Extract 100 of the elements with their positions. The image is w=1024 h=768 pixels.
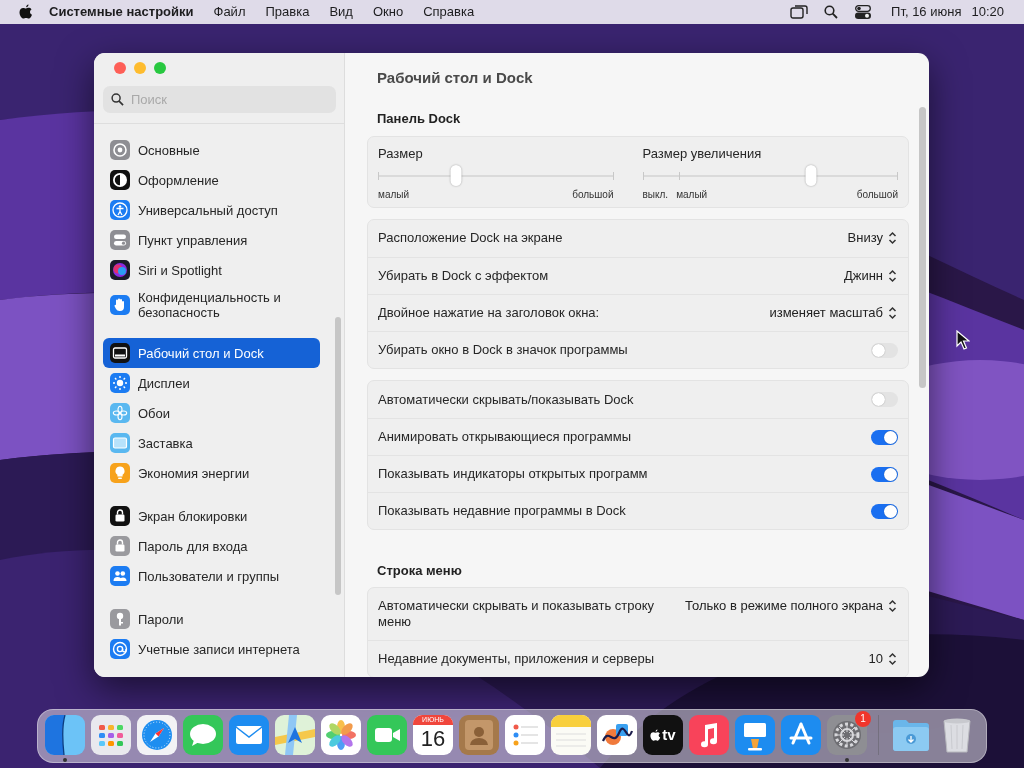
screen-icon <box>110 433 130 453</box>
tv-label: tv <box>662 724 676 745</box>
sidebar-item[interactable]: Экран блокировки <box>103 501 320 531</box>
calendar-day: 16 <box>413 725 453 753</box>
bulb-icon <box>110 463 130 483</box>
slider-thumb[interactable] <box>450 164 462 186</box>
zoom-button[interactable] <box>154 62 166 74</box>
search-field[interactable]: Поиск <box>103 86 336 113</box>
pointer-cursor-icon <box>956 330 970 350</box>
stepper-icon <box>887 598 898 614</box>
popup-button[interactable]: 10 <box>868 641 898 677</box>
grid-icon[interactable] <box>91 715 131 755</box>
apple-logo-icon[interactable] <box>19 4 33 20</box>
sidebar-item[interactable]: Siri и Spotlight <box>103 255 320 285</box>
slider-label: Размер увеличения <box>642 145 763 163</box>
menu-item[interactable]: Правка <box>255 2 320 22</box>
sidebar-item[interactable]: Заставка <box>103 428 320 458</box>
gear-icon <box>110 140 130 160</box>
slider-thumb[interactable] <box>805 164 817 186</box>
sidebar-item[interactable]: Учетные записи интернета <box>103 634 320 664</box>
accessibility-icon <box>110 200 130 220</box>
key-icon <box>110 609 130 629</box>
scale-label: малый <box>378 187 410 202</box>
flower-icon[interactable] <box>321 715 361 755</box>
lock-icon <box>110 506 130 526</box>
setting-label: Автоматически скрывать и показывать строку меню <box>378 597 656 631</box>
toggles-icon <box>110 230 130 250</box>
stepper-icon <box>887 268 898 284</box>
menu-item[interactable]: Файл <box>203 2 256 22</box>
compass-icon[interactable] <box>137 715 177 755</box>
sun-icon <box>110 373 130 393</box>
sidebar-item[interactable]: Рабочий стол и Dock <box>103 338 320 368</box>
chat-bubble-icon[interactable] <box>183 715 223 755</box>
windows-icon[interactable] <box>790 5 809 19</box>
app-menu[interactable]: Системные настройки <box>39 2 204 22</box>
setting-label: Убирать окно в Dock в значок программы <box>378 341 629 359</box>
menu-item[interactable]: Окно <box>362 2 414 22</box>
popup-button[interactable]: Внизу <box>847 220 898 256</box>
sidebar-item[interactable]: Экономия энергии <box>103 458 320 488</box>
scale-label: малый <box>676 187 708 202</box>
orb-icon <box>110 260 130 280</box>
menu-item[interactable]: Вид <box>319 2 363 22</box>
popup-button[interactable]: изменяет масштаб <box>769 295 898 331</box>
toggle-switch[interactable] <box>871 342 898 358</box>
scale-label: выкл. <box>642 187 669 202</box>
scrollbar-thumb[interactable] <box>335 317 341 595</box>
clock-text[interactable]: 10:20 <box>971 2 1004 22</box>
toggle-switch[interactable] <box>871 466 898 482</box>
envelope-icon[interactable] <box>229 715 269 755</box>
split-square-icon[interactable] <box>45 715 85 755</box>
sidebar-item[interactable]: Пароли <box>103 604 320 634</box>
search-icon <box>111 93 124 106</box>
dock-bar-icon <box>110 343 130 363</box>
lock-icon <box>110 536 130 556</box>
video-camera-icon[interactable] <box>367 715 407 755</box>
sidebar-item[interactable]: Пункт управления <box>103 225 320 255</box>
stepper-icon <box>887 651 898 667</box>
sidebar-item[interactable]: Пароль для входа <box>103 531 320 561</box>
music-note-icon[interactable] <box>689 715 729 755</box>
search-icon[interactable] <box>824 5 839 19</box>
sidebar-item[interactable]: Оформление <box>103 165 320 195</box>
section-heading: Панель Dock <box>376 110 462 128</box>
stepper-icon <box>887 305 898 321</box>
toggle-switch[interactable] <box>871 429 898 445</box>
setting-label: Анимировать открывающиеся программы <box>378 428 632 446</box>
sidebar-item[interactable]: Пользователи и группы <box>103 561 320 591</box>
popup-button[interactable]: Джинн <box>843 258 898 294</box>
sidebar-item[interactable]: Основные <box>103 135 320 165</box>
scribble-icon[interactable] <box>597 715 637 755</box>
scrollbar-thumb[interactable] <box>919 107 926 388</box>
sidebar-item[interactable]: Обои <box>103 398 320 428</box>
section-heading: Строка меню <box>376 562 463 580</box>
window-title: Рабочий стол и Dock <box>376 68 534 88</box>
toggle-switch[interactable] <box>871 392 898 407</box>
checklist-icon[interactable] <box>505 715 545 755</box>
notepad-icon[interactable] <box>551 715 591 755</box>
setting-label: Показывать индикаторы открытых программ <box>378 465 649 483</box>
setting-label: Недавние документы, приложения и серверы <box>378 650 655 668</box>
podium-icon[interactable] <box>735 715 775 755</box>
half-circle-icon <box>110 170 130 190</box>
at-sign-icon <box>110 639 130 659</box>
tv-app-icon[interactable]: tv <box>643 715 683 755</box>
sidebar-item[interactable]: Конфиденциальность и безопасность <box>103 285 320 325</box>
date-text[interactable]: Пт, 16 июня <box>881 2 972 22</box>
address-book-icon[interactable] <box>459 715 499 755</box>
toggles-icon[interactable] <box>855 5 872 19</box>
menu-item[interactable]: Справка <box>413 2 485 22</box>
setting-label: Убирать в Dock с эффектом <box>378 267 550 285</box>
scale-label: большой <box>856 187 898 202</box>
sidebar-item[interactable]: Дисплеи <box>103 368 320 398</box>
close-button[interactable] <box>114 62 126 74</box>
gear-icon[interactable] <box>827 715 867 755</box>
setting-label: Расположение Dock на экране <box>378 229 564 247</box>
popup-button[interactable]: Только в режиме полного экрана <box>685 588 898 624</box>
toggle-switch[interactable] <box>871 503 898 519</box>
people-icon <box>110 566 130 586</box>
sidebar-item[interactable]: Универсальный доступ <box>103 195 320 225</box>
slider-label: Размер <box>378 145 424 163</box>
map-icon[interactable] <box>275 715 315 755</box>
apple-logo-icon <box>650 728 662 742</box>
